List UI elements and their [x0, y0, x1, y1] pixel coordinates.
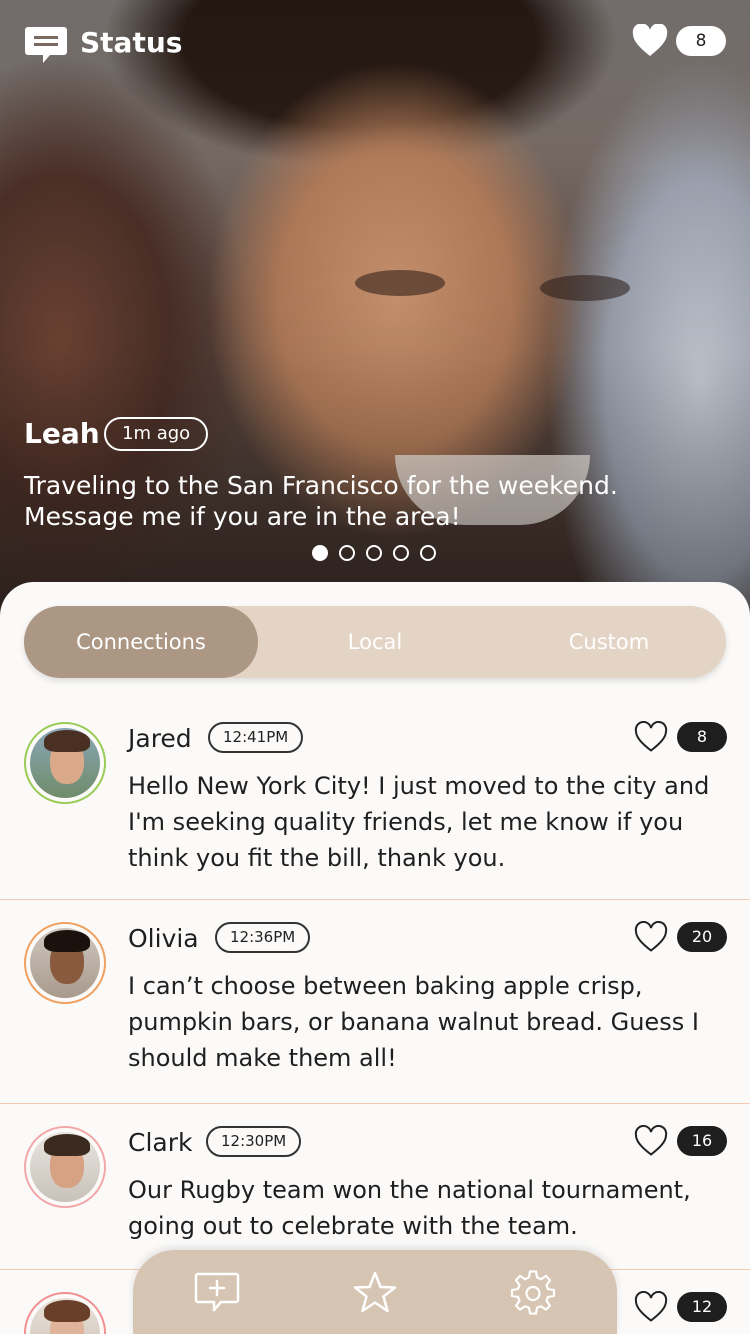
feed-post[interactable]: Clark 12:30PM 16 Our Rugby team won the …: [0, 1104, 750, 1270]
post-user-name[interactable]: Olivia: [128, 924, 199, 953]
post-time-badge: 12:36PM: [215, 922, 311, 953]
bottom-navigation: [133, 1250, 617, 1334]
settings-gear-icon[interactable]: [509, 1270, 557, 1316]
heart-outline-icon[interactable]: [634, 921, 668, 953]
post-likes-count: 8: [677, 722, 727, 752]
hero-photo: [0, 0, 750, 640]
page-dot[interactable]: [366, 545, 382, 561]
page-dot[interactable]: [420, 545, 436, 561]
post-time-badge: 12:41PM: [208, 722, 304, 753]
heart-outline-icon[interactable]: [634, 721, 668, 753]
feed-sheet: Connections Local Custom Jared 12:41PM 8…: [0, 582, 750, 1334]
featured-message-line: Traveling to the San Francisco for the w…: [24, 471, 618, 500]
tab-local[interactable]: Local: [258, 606, 492, 678]
avatar[interactable]: [24, 1126, 106, 1208]
top-bar: Status 8: [0, 0, 750, 90]
post-user-name[interactable]: Jared: [128, 724, 192, 753]
page-dot[interactable]: [339, 545, 355, 561]
feed-filter-tabs: Connections Local Custom: [24, 606, 726, 678]
featured-user-name[interactable]: Leah: [24, 417, 100, 450]
likes-count-badge: 8: [676, 26, 726, 56]
featured-message-line: Message me if you are in the area!: [24, 502, 461, 531]
page-dot[interactable]: [393, 545, 409, 561]
page-title: Status: [80, 26, 183, 59]
tab-connections[interactable]: Connections: [24, 606, 258, 678]
post-message: I can’t choose between baking apple cris…: [128, 972, 699, 1072]
page-dot[interactable]: [312, 545, 328, 561]
featured-time-badge: 1m ago: [104, 417, 209, 451]
avatar[interactable]: [24, 1292, 106, 1334]
post-user-name[interactable]: Clark: [128, 1128, 192, 1157]
feed-post[interactable]: Olivia 12:36PM 20 I can’t choose between…: [0, 900, 750, 1104]
heart-icon[interactable]: [632, 24, 668, 58]
post-likes-count: 12: [677, 1292, 727, 1322]
status-chat-icon: [25, 27, 67, 63]
compose-message-icon[interactable]: [193, 1270, 241, 1316]
featured-status-hero[interactable]: Status 8 Leah 1m ago Traveling to the Sa…: [0, 0, 750, 640]
tab-custom[interactable]: Custom: [492, 606, 726, 678]
status-feed-list: Jared 12:41PM 8 Hello New York City! I j…: [0, 700, 750, 1334]
post-likes-count: 16: [677, 1126, 727, 1156]
post-likes-count: 20: [677, 922, 727, 952]
avatar[interactable]: [24, 722, 106, 804]
avatar[interactable]: [24, 922, 106, 1004]
star-icon[interactable]: [351, 1270, 399, 1316]
post-message: Our Rugby team won the national tourname…: [128, 1176, 691, 1240]
post-message: Hello New York City! I just moved to the…: [128, 772, 710, 872]
carousel-page-indicator: [312, 545, 436, 561]
post-time-badge: 12:30PM: [206, 1126, 302, 1157]
heart-outline-icon[interactable]: [634, 1291, 668, 1323]
heart-outline-icon[interactable]: [634, 1125, 668, 1157]
feed-post[interactable]: Jared 12:41PM 8 Hello New York City! I j…: [0, 700, 750, 900]
featured-message: Traveling to the San Francisco for the w…: [24, 470, 724, 532]
